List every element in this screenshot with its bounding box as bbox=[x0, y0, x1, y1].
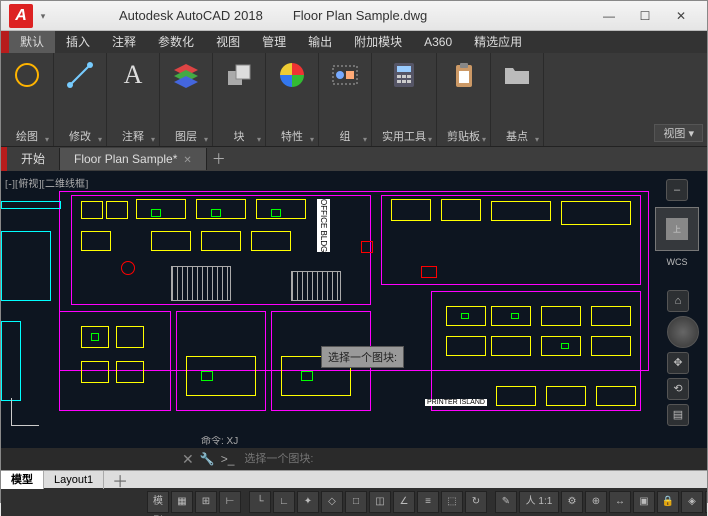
app-logo-icon[interactable]: A bbox=[9, 4, 33, 28]
sb-quick-icon[interactable]: ▣ bbox=[633, 491, 655, 513]
sb-ann-icon[interactable]: ✎ bbox=[495, 491, 517, 513]
command-input[interactable] bbox=[240, 451, 701, 467]
pan-icon[interactable]: ✥ bbox=[667, 352, 689, 374]
label-printer: PRINTER ISLAND bbox=[425, 399, 487, 406]
qat-dropdown-icon[interactable]: ▾ bbox=[37, 6, 49, 26]
tab-add-button[interactable]: ＋ bbox=[207, 148, 231, 170]
view-cube[interactable]: 上 bbox=[655, 207, 699, 251]
layout-add-button[interactable]: ＋ bbox=[104, 468, 136, 492]
circle-icon bbox=[11, 59, 43, 91]
clipboard-icon bbox=[448, 59, 480, 91]
layout-tab-1[interactable]: Layout1 bbox=[44, 471, 104, 489]
document-tabs: 开始 Floor Plan Sample*✕ ＋ bbox=[1, 147, 707, 171]
minimize-button[interactable]: — bbox=[591, 5, 627, 27]
line-dots-icon bbox=[64, 59, 96, 91]
nav-minus-icon[interactable]: – bbox=[666, 179, 688, 201]
showmotion-icon[interactable]: ▤ bbox=[667, 404, 689, 426]
file-title: Floor Plan Sample.dwg bbox=[293, 8, 427, 23]
menu-output[interactable]: 输出 bbox=[297, 31, 343, 53]
menu-insert[interactable]: 插入 bbox=[55, 31, 101, 53]
nav-wheel-icon[interactable] bbox=[667, 316, 699, 348]
sb-iso2-icon[interactable]: ◈ bbox=[681, 491, 703, 513]
nav-home-icon[interactable]: ⌂ bbox=[667, 290, 689, 312]
sb-infer-icon[interactable]: ⊢ bbox=[219, 491, 241, 513]
menu-bar: 默认 插入 注释 参数化 视图 管理 输出 附加模块 A360 精选应用 bbox=[1, 31, 707, 53]
sb-otrack-icon[interactable]: ∠ bbox=[393, 491, 415, 513]
title-bar: A ▾ Autodesk AutoCAD 2018 Floor Plan Sam… bbox=[1, 1, 707, 31]
menu-featured[interactable]: 精选应用 bbox=[463, 31, 533, 53]
tab-close-icon[interactable]: ✕ bbox=[183, 155, 191, 166]
panel-block[interactable]: 块▾ bbox=[213, 53, 266, 146]
panel-draw[interactable]: 绘图▾ bbox=[1, 53, 54, 146]
menu-manage[interactable]: 管理 bbox=[251, 31, 297, 53]
layers-icon bbox=[170, 59, 202, 91]
sb-iso-icon[interactable]: ◇ bbox=[321, 491, 343, 513]
panel-group[interactable]: 组▾ bbox=[319, 53, 372, 146]
dynamic-prompt: 选择一个图块: bbox=[321, 346, 404, 368]
context-tab-view[interactable]: 视图 ▾ bbox=[654, 124, 703, 142]
orbit-icon[interactable]: ⟲ bbox=[667, 378, 689, 400]
sb-model-button[interactable]: 模型 bbox=[147, 491, 169, 513]
sb-grid-icon[interactable]: ▦ bbox=[171, 491, 193, 513]
palette-icon bbox=[276, 59, 308, 91]
side-toolbar: ⌂ ✥ ⟲ ▤ bbox=[667, 290, 699, 426]
folder-icon bbox=[501, 59, 533, 91]
navigation-bar: – 上 WCS bbox=[655, 179, 699, 267]
group-icon bbox=[329, 59, 361, 91]
ucs-icon[interactable] bbox=[11, 396, 41, 426]
panel-utilities[interactable]: 实用工具▾ bbox=[372, 53, 437, 146]
sb-osnap-icon[interactable]: □ bbox=[345, 491, 367, 513]
app-title: Autodesk AutoCAD 2018 bbox=[119, 8, 263, 23]
sb-cycle-icon[interactable]: ↻ bbox=[465, 491, 487, 513]
maximize-button[interactable]: ☐ bbox=[627, 5, 663, 27]
sb-3dosnap-icon[interactable]: ◫ bbox=[369, 491, 391, 513]
calc-icon bbox=[388, 59, 420, 91]
menu-default[interactable]: 默认 bbox=[9, 31, 55, 53]
label-office: OFFICE BLDG bbox=[317, 199, 330, 252]
panel-annotate[interactable]: A 注释▾ bbox=[107, 53, 160, 146]
layout-tabs: 模型 Layout1 ＋ bbox=[1, 470, 707, 488]
sb-snap-icon[interactable]: ⊞ bbox=[195, 491, 217, 513]
sb-lweight-icon[interactable]: ≡ bbox=[417, 491, 439, 513]
text-a-icon: A bbox=[117, 59, 149, 91]
cmd-close-icon[interactable]: ✕ bbox=[182, 451, 194, 468]
sb-units-icon[interactable]: ↔ bbox=[609, 491, 631, 513]
menu-addins[interactable]: 附加模块 bbox=[343, 31, 413, 53]
menu-annotate[interactable]: 注释 bbox=[101, 31, 147, 53]
menu-view[interactable]: 视图 bbox=[205, 31, 251, 53]
menu-parametric[interactable]: 参数化 bbox=[147, 31, 205, 53]
panel-layers[interactable]: 图层▾ bbox=[160, 53, 213, 146]
sb-transp-icon[interactable]: ⬚ bbox=[441, 491, 463, 513]
panel-clipboard[interactable]: 剪贴板▾ bbox=[437, 53, 491, 146]
sb-lock-icon[interactable]: 🔒 bbox=[657, 491, 679, 513]
cmd-prefix: >_ bbox=[221, 452, 235, 466]
ribbon: 绘图▾ 修改▾ A 注释▾ 图层▾ 块▾ 特性▾ 组▾ 实用工具▾ 剪贴板▾ 基… bbox=[1, 53, 707, 147]
panel-modify[interactable]: 修改▾ bbox=[54, 53, 107, 146]
command-history: 命令: XJ bbox=[1, 436, 707, 448]
status-bar: 模型 ▦ ⊞ ⊢ └ ∟ ✦ ◇ □ ◫ ∠ ≡ ⬚ ↻ ✎ 人 1:1 ⚙ ⊕… bbox=[1, 488, 707, 516]
sb-ws-icon[interactable]: ⚙ bbox=[561, 491, 583, 513]
doc-tab-file[interactable]: Floor Plan Sample*✕ bbox=[60, 148, 207, 170]
drawing-canvas[interactable]: [-][俯视][二维线框] bbox=[1, 171, 707, 436]
cmd-customize-icon[interactable]: 🔧 bbox=[200, 452, 215, 466]
panel-base[interactable]: 基点▾ bbox=[491, 53, 544, 146]
sb-hw-icon[interactable]: ⚡ bbox=[705, 491, 707, 513]
layout-tab-model[interactable]: 模型 bbox=[1, 471, 44, 489]
sb-ortho-icon[interactable]: ∟ bbox=[273, 491, 295, 513]
wcs-label[interactable]: WCS bbox=[667, 257, 688, 267]
floor-plan-drawing: OFFICE BLDG PRINTER ISLAND bbox=[1, 171, 707, 436]
sb-monitor-icon[interactable]: ⊕ bbox=[585, 491, 607, 513]
close-button[interactable]: ✕ bbox=[663, 5, 699, 27]
doc-tab-start[interactable]: 开始 bbox=[7, 148, 60, 170]
red-stripe bbox=[1, 31, 9, 53]
panel-properties[interactable]: 特性▾ bbox=[266, 53, 319, 146]
block-icon bbox=[223, 59, 255, 91]
sb-scale-icon[interactable]: 人 1:1 bbox=[519, 491, 559, 513]
sb-dyn-icon[interactable]: └ bbox=[249, 491, 271, 513]
sb-polar-icon[interactable]: ✦ bbox=[297, 491, 319, 513]
menu-a360[interactable]: A360 bbox=[413, 31, 463, 53]
